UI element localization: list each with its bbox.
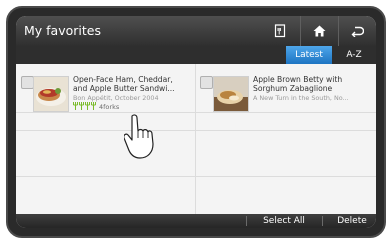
recipe-title-line2: Sorghum Zabaglione: [253, 84, 333, 93]
app-screen: My favorites Latest A-Z Open-Face Ham, C…: [16, 16, 376, 228]
favorites-grid: Open-Face Ham, Cheddar, and Apple Butter…: [16, 64, 376, 214]
recipe-title-line1: Apple Brown Betty with: [253, 75, 343, 84]
tab-a-z[interactable]: A-Z: [334, 46, 374, 64]
bar-separator: [246, 216, 247, 226]
cookbook-button[interactable]: [262, 16, 298, 46]
sandwich-photo: [34, 77, 68, 111]
fork-rating: [73, 102, 96, 110]
recipe-source: A New Turn in the South, No...: [253, 93, 349, 102]
home-icon: [313, 25, 325, 37]
back-button[interactable]: [338, 16, 375, 46]
sort-tabs: Latest A-Z: [16, 46, 376, 64]
select-all-button[interactable]: Select All: [254, 214, 314, 228]
fork-icon: [91, 102, 96, 110]
tab-latest[interactable]: Latest: [286, 46, 332, 64]
back-icon: [351, 26, 364, 37]
recipe-thumbnail: [213, 76, 249, 112]
cookbook-icon: [274, 24, 286, 38]
rating-label: 4forks: [99, 102, 120, 111]
row-divider: [16, 130, 376, 131]
header-bar: My favorites: [16, 16, 376, 46]
delete-button[interactable]: Delete: [330, 214, 374, 228]
recipe-title-line2: and Apple Butter Sandwi...: [73, 84, 175, 93]
fork-icon: [85, 102, 90, 110]
recipe-item[interactable]: Open-Face Ham, Cheddar, and Apple Butter…: [16, 64, 195, 112]
touch-hand-icon: [124, 114, 154, 159]
recipe-checkbox[interactable]: [200, 76, 213, 89]
bottom-action-bar: Select All Delete: [16, 214, 376, 228]
row-divider: [16, 112, 376, 113]
device-frame: My favorites Latest A-Z Open-Face Ham, C…: [6, 6, 386, 238]
recipe-source: Bon Appétit, October 2004: [73, 93, 159, 102]
recipe-thumbnail: [33, 76, 69, 112]
bar-separator: [322, 216, 323, 226]
fork-icon: [73, 102, 78, 110]
dessert-photo: [214, 77, 248, 111]
home-button[interactable]: [300, 16, 337, 46]
row-divider: [16, 176, 376, 177]
recipe-title-line1: Open-Face Ham, Cheddar,: [73, 75, 173, 84]
page-title: My favorites: [24, 23, 101, 38]
fork-icon: [79, 102, 84, 110]
recipe-item[interactable]: Apple Brown Betty with Sorghum Zabaglion…: [196, 64, 376, 112]
